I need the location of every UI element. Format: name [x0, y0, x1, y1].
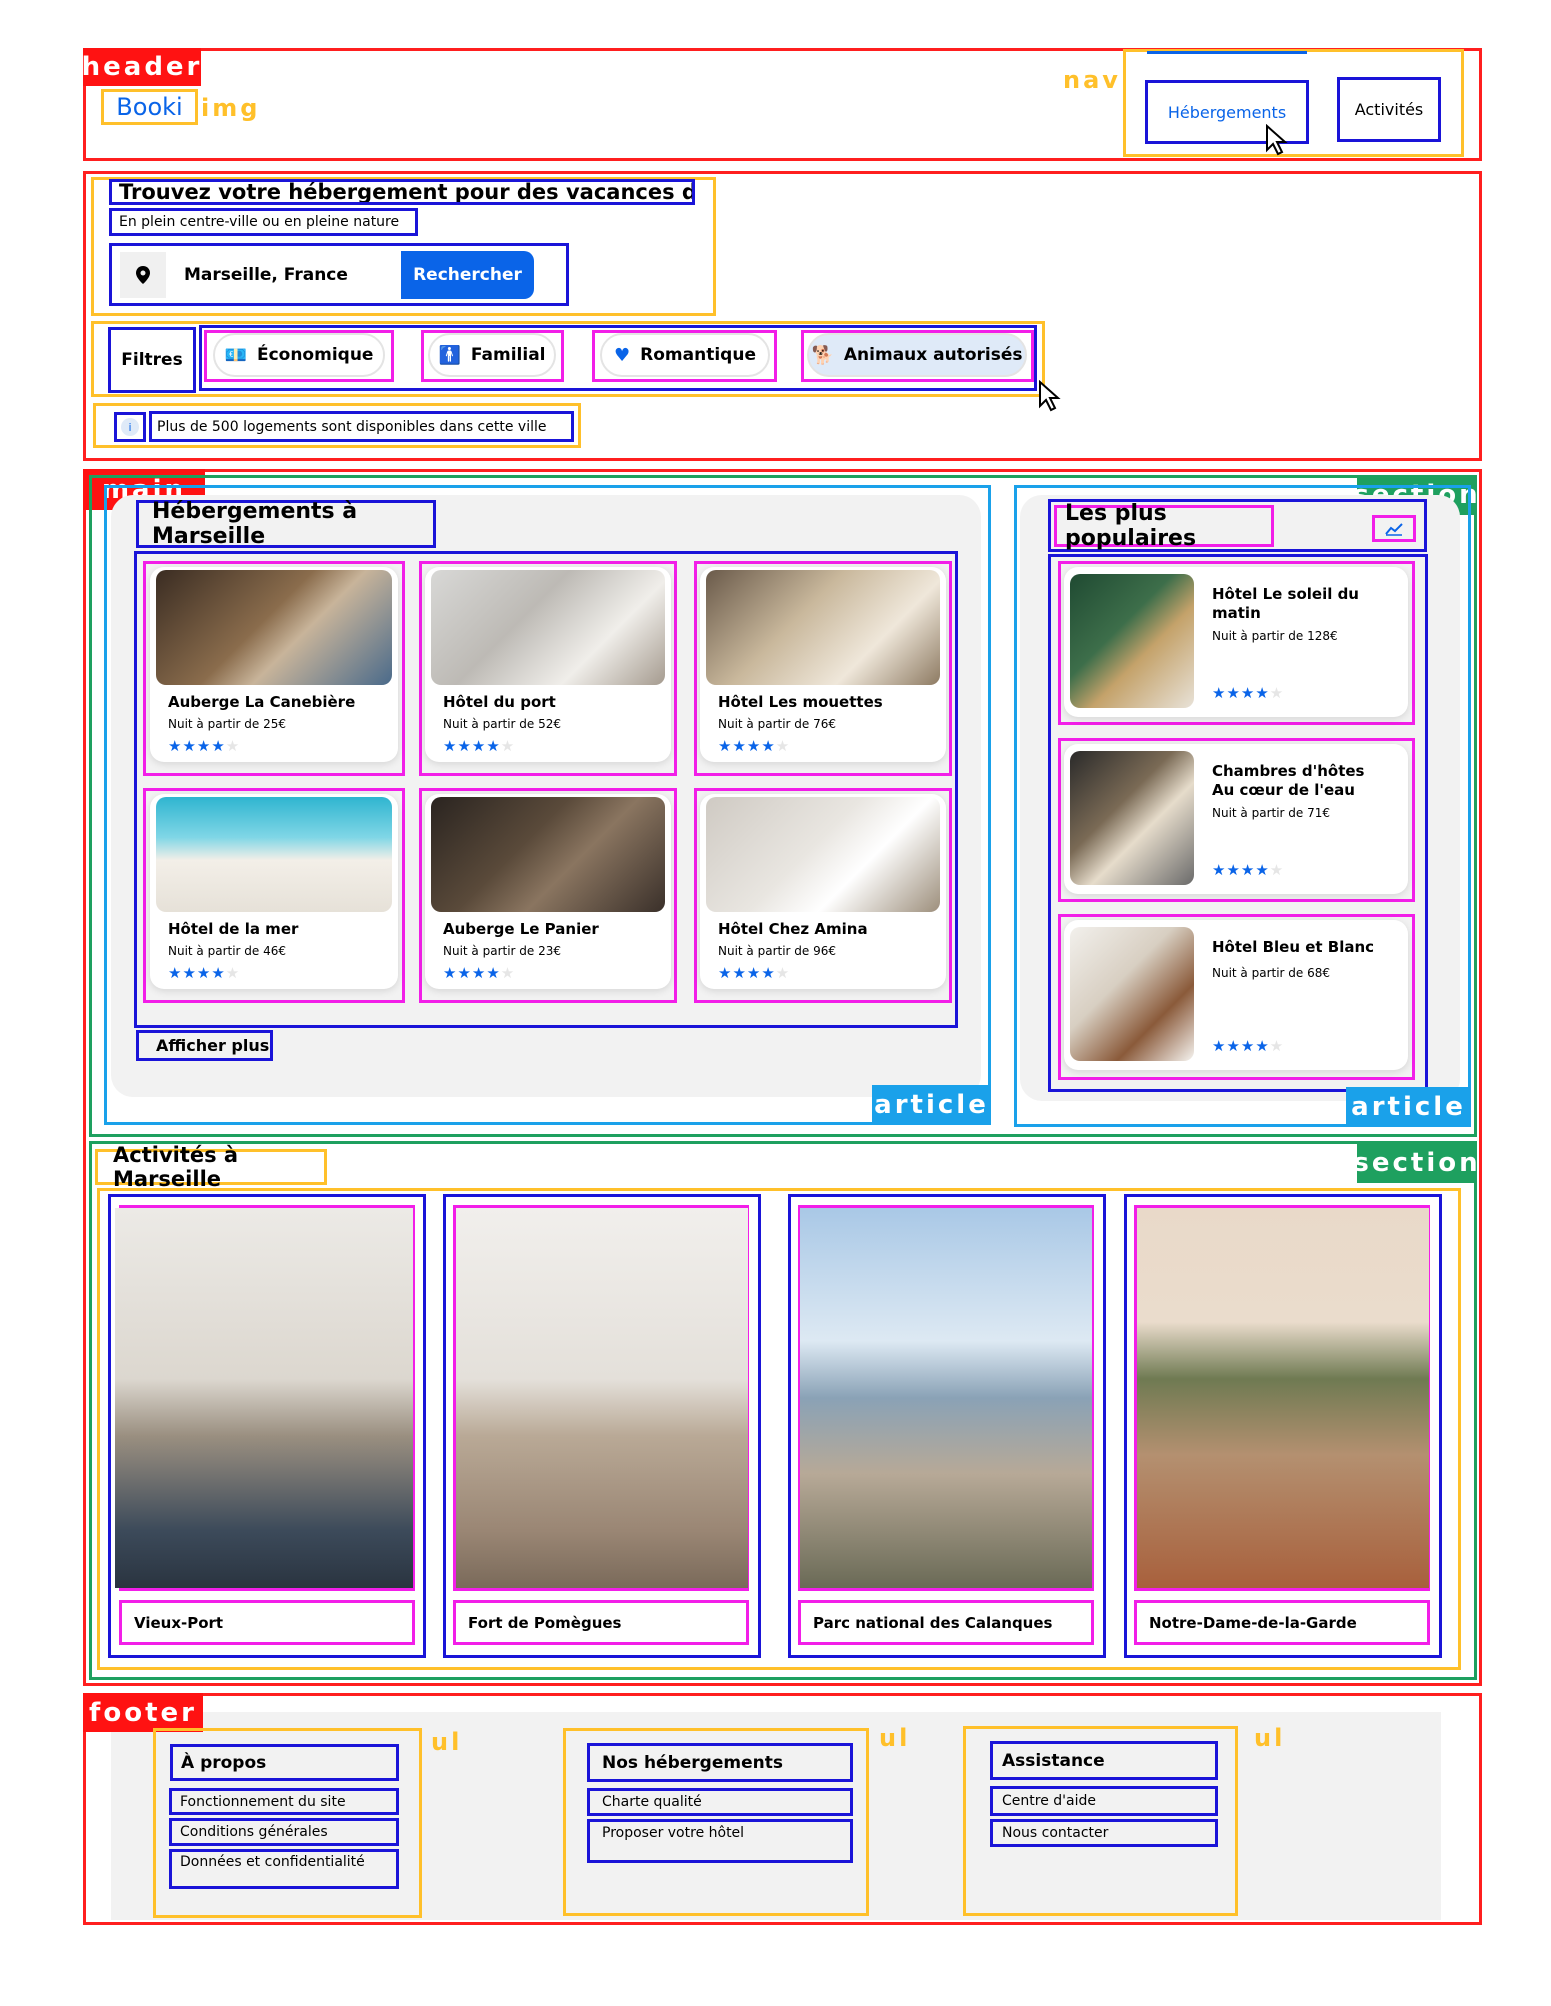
hotel-price: Nuit à partir de 76€	[718, 717, 837, 731]
footer-tag: footer	[83, 1693, 203, 1732]
footer-link[interactable]: Données et confidentialité	[169, 1849, 399, 1889]
activity-name: Fort de Pomègues	[453, 1600, 749, 1645]
page-subtitle: En plein centre-ville ou en pleine natur…	[109, 208, 418, 236]
hotel-image	[1070, 574, 1194, 708]
info-icon: i	[114, 412, 146, 442]
footer-link[interactable]: Nous contacter	[990, 1819, 1218, 1847]
hotel-name: Hôtel de la mer	[168, 920, 299, 938]
hotel-card[interactable]: Hôtel du port Nuit à partir de 52€ ★★★★★	[425, 567, 671, 762]
activity-name: Notre-Dame-de-la-Garde	[1134, 1600, 1430, 1645]
activity-name: Vieux-Port	[119, 1600, 415, 1645]
star-rating: ★★★★★	[718, 737, 791, 755]
img-tag: img	[201, 94, 261, 122]
hotel-price: Nuit à partir de 23€	[443, 944, 562, 958]
star-rating: ★★★★★	[443, 737, 516, 755]
hotel-card[interactable]: Hôtel Les mouettes Nuit à partir de 76€ …	[700, 567, 946, 762]
hotel-name: Hôtel du port	[443, 693, 556, 711]
footer-link[interactable]: Proposer votre hôtel	[587, 1819, 853, 1863]
hotel-image	[1070, 927, 1194, 1061]
heart-icon: ♥	[614, 344, 631, 366]
nav-tag: nav	[1063, 66, 1121, 94]
cursor-icon	[1265, 123, 1293, 160]
hotel-price: Nuit à partir de 46€	[168, 944, 287, 958]
hotel-name: Hôtel Chez Amina	[718, 920, 868, 938]
hotel-card[interactable]: Auberge Le Panier Nuit à partir de 23€ ★…	[425, 794, 671, 989]
hotel-price: Nuit à partir de 96€	[718, 944, 837, 958]
populaires-title: Les plus populaires	[1054, 501, 1274, 551]
filter-familial[interactable]: 🚹 Familial	[428, 333, 556, 377]
show-more-button[interactable]: Afficher plus	[136, 1030, 273, 1061]
footer-column-title: Nos hébergements	[587, 1743, 853, 1782]
activity-image	[115, 1208, 413, 1588]
ul-tag: ul	[1254, 1724, 1286, 1752]
nav-active-indicator	[1147, 51, 1307, 54]
trend-icon	[1372, 515, 1416, 542]
hotel-card[interactable]: Auberge La Canebière Nuit à partir de 25…	[150, 567, 398, 762]
hebergements-title: Hébergements à Marseille	[136, 499, 436, 549]
cursor-icon	[1038, 379, 1066, 416]
booki-logo[interactable]: Booki	[101, 89, 198, 125]
filter-romantique[interactable]: ♥ Romantique	[600, 333, 770, 377]
filter-economique[interactable]: 💶 Économique	[213, 333, 385, 377]
hotel-card[interactable]: Hôtel de la mer Nuit à partir de 46€ ★★★…	[150, 794, 398, 989]
star-rating: ★★★★★	[1212, 1037, 1285, 1055]
star-rating: ★★★★★	[168, 964, 241, 982]
activity-image	[1137, 1208, 1429, 1588]
hotel-name: Auberge La Canebière	[168, 693, 356, 711]
hotel-name: Hôtel Les mouettes	[718, 693, 883, 711]
hotel-name: Chambres d'hôtes Au cœur de l'eau	[1212, 762, 1365, 799]
hotel-image	[706, 570, 940, 685]
filters-label: Filtres	[108, 327, 196, 393]
hotel-image	[156, 797, 392, 912]
section-tag: section	[1353, 1143, 1478, 1183]
popular-card[interactable]: Chambres d'hôtes Au cœur de l'eau Nuit à…	[1064, 744, 1408, 894]
search-input[interactable]: Marseille, France	[184, 252, 394, 298]
hotel-price: Nuit à partir de 71€	[1212, 806, 1331, 820]
activity-image	[456, 1208, 748, 1588]
activity-image	[800, 1208, 1092, 1588]
hotel-name: Hôtel Bleu et Blanc	[1212, 938, 1375, 956]
hotel-name: Hôtel Le soleil du matin	[1212, 585, 1359, 622]
popular-card[interactable]: Hôtel Bleu et Blanc Nuit à partir de 68€…	[1064, 920, 1408, 1070]
info-text: Plus de 500 logements sont disponibles d…	[149, 411, 574, 442]
article-tag: article	[872, 1085, 991, 1125]
hotel-image	[156, 570, 392, 685]
star-rating: ★★★★★	[443, 964, 516, 982]
footer-link[interactable]: Fonctionnement du site	[169, 1788, 399, 1815]
hotel-card[interactable]: Hôtel Chez Amina Nuit à partir de 96€ ★★…	[700, 794, 946, 989]
location-pin-icon	[120, 252, 166, 298]
hotel-image	[431, 797, 665, 912]
filter-animaux[interactable]: 🐕 Animaux autorisés	[807, 333, 1027, 377]
nav-activites[interactable]: Activités	[1337, 77, 1441, 142]
person-icon: 🚹	[438, 344, 461, 366]
dog-icon: 🐕	[811, 344, 834, 366]
footer-link[interactable]: Conditions générales	[169, 1818, 399, 1846]
footer-column-title: Assistance	[990, 1741, 1218, 1780]
hotel-price: Nuit à partir de 52€	[443, 717, 562, 731]
article-tag: article	[1346, 1087, 1471, 1127]
page-title: Trouvez votre hébergement pour des vacan…	[109, 179, 695, 205]
hotel-image	[706, 797, 940, 912]
money-icon: 💶	[224, 344, 247, 366]
ul-tag: ul	[431, 1728, 463, 1756]
star-rating: ★★★★★	[1212, 861, 1285, 879]
footer-column-title: À propos	[170, 1744, 399, 1781]
footer-link[interactable]: Centre d'aide	[990, 1786, 1218, 1816]
hotel-price: Nuit à partir de 128€	[1212, 629, 1338, 643]
activites-title: Activités à Marseille	[95, 1143, 327, 1191]
hotel-name: Auberge Le Panier	[443, 920, 599, 938]
popular-card[interactable]: Hôtel Le soleil du matin Nuit à partir d…	[1064, 567, 1408, 717]
star-rating: ★★★★★	[168, 737, 241, 755]
star-rating: ★★★★★	[718, 964, 791, 982]
star-rating: ★★★★★	[1212, 684, 1285, 702]
hotel-price: Nuit à partir de 68€	[1212, 966, 1331, 980]
footer-link[interactable]: Charte qualité	[587, 1788, 853, 1816]
hotel-price: Nuit à partir de 25€	[168, 717, 287, 731]
hotel-image	[1070, 751, 1194, 885]
activity-name: Parc national des Calanques	[798, 1600, 1094, 1645]
hotel-image	[431, 570, 665, 685]
ul-tag: ul	[879, 1724, 911, 1752]
header-tag: header	[82, 48, 201, 86]
search-button[interactable]: Rechercher	[401, 251, 534, 299]
